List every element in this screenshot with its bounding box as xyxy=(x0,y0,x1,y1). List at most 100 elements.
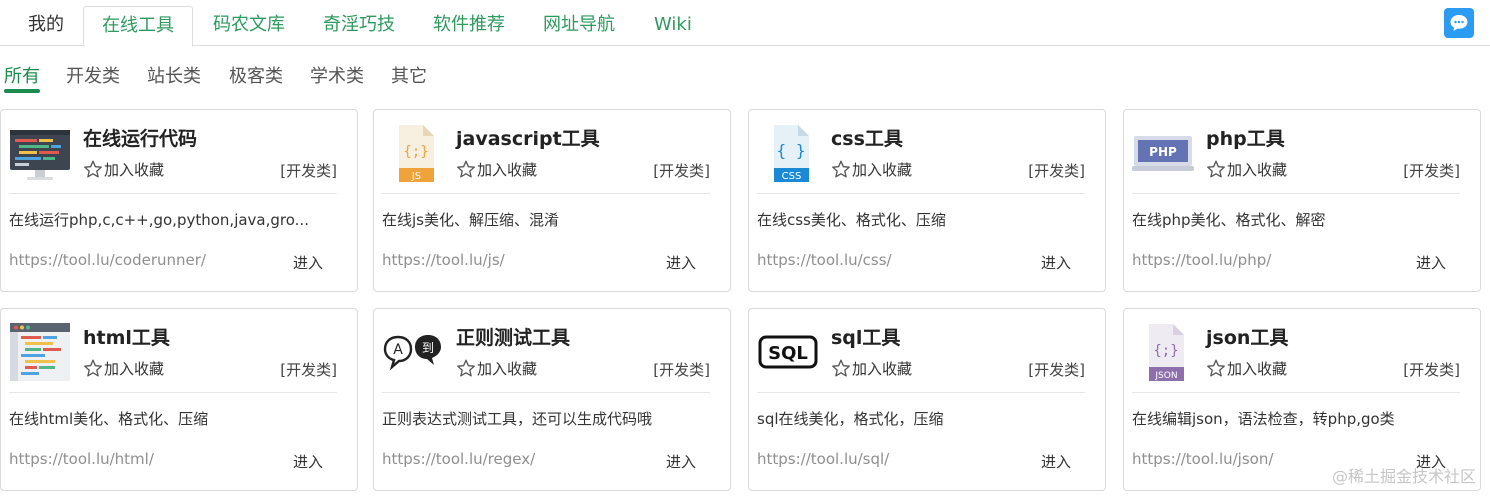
add-favorite-button[interactable]: 加入收藏 xyxy=(1206,358,1287,379)
tool-url[interactable]: https://tool.lu/html/ xyxy=(9,450,154,468)
js-file-icon: {;} JS xyxy=(382,122,444,184)
enter-link[interactable]: 进入 xyxy=(1041,451,1071,472)
top-nav: 我的 在线工具 码农文库 奇淫巧技 软件推荐 网址导航 Wiki xyxy=(0,0,1490,47)
chat-button[interactable] xyxy=(1444,8,1474,38)
divider xyxy=(1132,193,1460,194)
filter-geek[interactable]: 极客类 xyxy=(229,62,283,88)
tab-tricks[interactable]: 奇淫巧技 xyxy=(305,6,413,46)
tool-card[interactable]: 在线运行代码 加入收藏 [开发类] 在线运行php,c,c++,go,pytho… xyxy=(0,109,358,292)
svg-text:CSS: CSS xyxy=(782,171,802,182)
category-tag: [开发类] xyxy=(280,162,337,180)
tab-url-nav[interactable]: 网址导航 xyxy=(525,6,633,46)
category-tag: [开发类] xyxy=(1028,361,1085,379)
tool-description: 在线html美化、格式化、压缩 xyxy=(9,410,209,428)
svg-text:{;}: {;} xyxy=(403,144,428,160)
php-icon: PHP xyxy=(1132,122,1194,184)
filter-dev[interactable]: 开发类 xyxy=(66,62,120,88)
star-icon xyxy=(457,359,475,377)
enter-link[interactable]: 进入 xyxy=(666,252,696,273)
category-tag: [开发类] xyxy=(1403,162,1460,180)
tool-url[interactable]: https://tool.lu/php/ xyxy=(1132,251,1271,269)
tool-card[interactable]: { } CSS css工具 加入收藏 [开发类] 在线css美化、格式化、压缩 … xyxy=(748,109,1106,292)
svg-text:SQL: SQL xyxy=(768,343,808,364)
svg-text:PHP: PHP xyxy=(1149,145,1177,159)
tool-title[interactable]: javascript工具 xyxy=(456,124,600,151)
tool-card[interactable]: html工具 加入收藏 [开发类] 在线html美化、格式化、压缩 https:… xyxy=(0,308,358,491)
svg-text:A: A xyxy=(393,342,403,358)
favorite-label: 加入收藏 xyxy=(477,360,538,378)
star-icon xyxy=(1207,160,1225,178)
add-favorite-button[interactable]: 加入收藏 xyxy=(456,159,537,180)
tab-mine[interactable]: 我的 xyxy=(10,6,82,46)
divider xyxy=(9,193,337,194)
filter-academic[interactable]: 学术类 xyxy=(310,62,364,88)
tool-url[interactable]: https://tool.lu/coderunner/ xyxy=(9,251,206,269)
enter-link[interactable]: 进入 xyxy=(293,451,323,472)
regex-icon: A 到 xyxy=(382,321,444,383)
add-favorite-button[interactable]: 加入收藏 xyxy=(831,358,912,379)
star-icon xyxy=(832,160,850,178)
tab-wiki[interactable]: Wiki xyxy=(636,6,710,46)
star-icon xyxy=(84,160,102,178)
filter-other[interactable]: 其它 xyxy=(391,62,427,88)
svg-text:到: 到 xyxy=(422,341,434,355)
json-file-icon: {;} JSON xyxy=(1132,321,1194,383)
add-favorite-button[interactable]: 加入收藏 xyxy=(83,159,164,180)
tool-url[interactable]: https://tool.lu/css/ xyxy=(757,251,892,269)
tab-coder-library[interactable]: 码农文库 xyxy=(195,6,303,46)
star-icon xyxy=(1207,359,1225,377)
tool-description: 在线运行php,c,c++,go,python,java,gro... xyxy=(9,211,309,229)
css-file-icon: { } CSS xyxy=(757,122,819,184)
tab-online-tools[interactable]: 在线工具 xyxy=(83,6,193,47)
tool-url[interactable]: https://tool.lu/regex/ xyxy=(382,450,535,468)
category-tag: [开发类] xyxy=(280,361,337,379)
code-editor-icon xyxy=(9,122,71,184)
html-editor-icon xyxy=(9,321,71,383)
tool-description: 在线编辑json，语法检查，转php,go类 xyxy=(1132,410,1395,428)
favorite-label: 加入收藏 xyxy=(477,161,538,179)
watermark: @稀土掘金技术社区 xyxy=(1331,467,1476,486)
tool-title[interactable]: 正则测试工具 xyxy=(456,323,570,350)
tool-title[interactable]: 在线运行代码 xyxy=(83,124,197,151)
tool-title[interactable]: css工具 xyxy=(831,124,903,151)
tool-card[interactable]: {;} JS javascript工具 加入收藏 [开发类] 在线js美化、解压… xyxy=(373,109,731,292)
enter-link[interactable]: 进入 xyxy=(1041,252,1071,273)
category-tag: [开发类] xyxy=(1028,162,1085,180)
active-filter-indicator xyxy=(4,89,40,93)
svg-text:JSON: JSON xyxy=(1154,371,1177,381)
category-tag: [开发类] xyxy=(653,361,710,379)
tool-url[interactable]: https://tool.lu/sql/ xyxy=(757,450,889,468)
sql-icon: SQL xyxy=(757,321,819,383)
star-icon xyxy=(84,359,102,377)
tool-card[interactable]: SQL sql工具 加入收藏 [开发类] sql在线美化，格式化，压缩 http… xyxy=(748,308,1106,491)
tab-software[interactable]: 软件推荐 xyxy=(415,6,523,46)
filter-webmaster[interactable]: 站长类 xyxy=(147,62,201,88)
tool-title[interactable]: html工具 xyxy=(83,323,170,350)
tool-url[interactable]: https://tool.lu/js/ xyxy=(382,251,505,269)
tool-card[interactable]: PHP php工具 加入收藏 [开发类] 在线php美化、格式化、解密 http… xyxy=(1123,109,1481,292)
divider xyxy=(9,392,337,393)
add-favorite-button[interactable]: 加入收藏 xyxy=(83,358,164,379)
favorite-label: 加入收藏 xyxy=(104,161,165,179)
tool-title[interactable]: json工具 xyxy=(1206,323,1288,350)
tool-url[interactable]: https://tool.lu/json/ xyxy=(1132,450,1273,468)
chat-icon xyxy=(1450,15,1468,31)
favorite-label: 加入收藏 xyxy=(1227,360,1288,378)
add-favorite-button[interactable]: 加入收藏 xyxy=(1206,159,1287,180)
tool-description: 在线css美化、格式化、压缩 xyxy=(757,211,946,229)
star-icon xyxy=(457,160,475,178)
enter-link[interactable]: 进入 xyxy=(1416,252,1446,273)
divider xyxy=(382,193,710,194)
tool-description: 正则表达式测试工具，还可以生成代码哦 xyxy=(382,410,653,428)
add-favorite-button[interactable]: 加入收藏 xyxy=(831,159,912,180)
divider xyxy=(757,193,1085,194)
tool-title[interactable]: sql工具 xyxy=(831,323,900,350)
favorite-label: 加入收藏 xyxy=(104,360,165,378)
enter-link[interactable]: 进入 xyxy=(293,252,323,273)
filter-all[interactable]: 所有 xyxy=(4,62,40,88)
enter-link[interactable]: 进入 xyxy=(666,451,696,472)
tool-card[interactable]: A 到 正则测试工具 加入收藏 [开发类] 正则表达式测试工具，还可以生成代码哦… xyxy=(373,308,731,491)
divider xyxy=(382,392,710,393)
add-favorite-button[interactable]: 加入收藏 xyxy=(456,358,537,379)
tool-title[interactable]: php工具 xyxy=(1206,124,1285,151)
